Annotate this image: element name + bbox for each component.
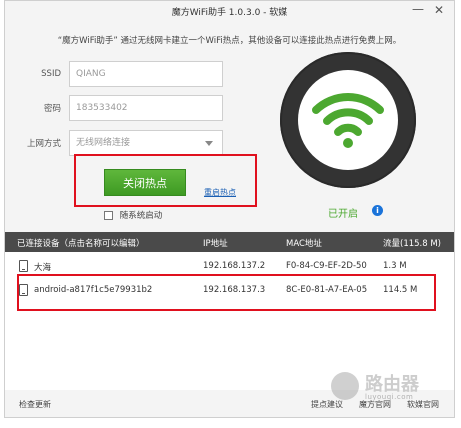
- hotspot-status-text: 已开启: [328, 209, 358, 220]
- ssid-input[interactable]: QIANG: [69, 61, 223, 87]
- check-update-link[interactable]: 检查更新: [19, 399, 51, 410]
- router-logo-icon: [331, 372, 359, 400]
- devices-table-header: 已连接设备（点击名称可以编辑） IP地址 MAC地址 流量(115.8 M): [5, 232, 454, 252]
- password-input[interactable]: 183533402: [69, 95, 223, 121]
- device-mac: F0-84-C9-EF-2D-50: [286, 261, 367, 271]
- device-row-highlight: [17, 274, 436, 311]
- intro-text: “魔方WiFi助手” 通过无线网卡建立一个WiFi热点，其他设备可以连接此热点进…: [57, 36, 402, 46]
- app-window: 魔方WiFi助手 1.0.3.0 - 软媒 — ✕ “魔方WiFi助手” 通过无…: [4, 0, 455, 418]
- window-title: 魔方WiFi助手 1.0.3.0 - 软媒: [171, 8, 288, 18]
- connection-type-label: 上网方式: [26, 139, 61, 149]
- watermark-subtext: luyouqi.com: [365, 393, 414, 401]
- device-traffic: 1.3 M: [383, 261, 407, 271]
- status-disc: [298, 70, 398, 170]
- column-traffic: 流量(115.8 M): [383, 239, 442, 249]
- minimize-icon[interactable]: —: [412, 2, 424, 16]
- column-mac: MAC地址: [286, 239, 322, 249]
- close-icon[interactable]: ✕: [434, 3, 444, 17]
- device-icon: [19, 260, 28, 272]
- restart-hotspot-link[interactable]: 重启热点: [204, 187, 236, 198]
- connection-type-select[interactable]: 无线网络连接: [69, 130, 223, 156]
- watermark: 路由器 luyouqi.com: [327, 366, 452, 408]
- device-ip: 192.168.137.2: [203, 261, 266, 271]
- close-hotspot-button[interactable]: 关闭热点: [104, 169, 186, 196]
- ssid-label: SSID: [41, 69, 61, 79]
- connection-type-value: 无线网络连接: [76, 138, 131, 148]
- hotspot-status-indicator[interactable]: [280, 52, 416, 188]
- column-device: 已连接设备（点击名称可以编辑）: [17, 239, 145, 249]
- password-label: 密码: [43, 104, 61, 114]
- info-icon[interactable]: i: [372, 205, 383, 216]
- column-ip: IP地址: [203, 239, 228, 249]
- wifi-icon: [312, 93, 384, 148]
- title-bar: 魔方WiFi助手 1.0.3.0 - 软媒 — ✕: [5, 1, 454, 23]
- autostart-checkbox[interactable]: [104, 211, 113, 220]
- autostart-label: 随系统启动: [119, 211, 163, 221]
- device-name[interactable]: 大海: [34, 261, 51, 273]
- autostart-option[interactable]: 随系统启动: [104, 209, 162, 221]
- chevron-down-icon: [205, 141, 213, 146]
